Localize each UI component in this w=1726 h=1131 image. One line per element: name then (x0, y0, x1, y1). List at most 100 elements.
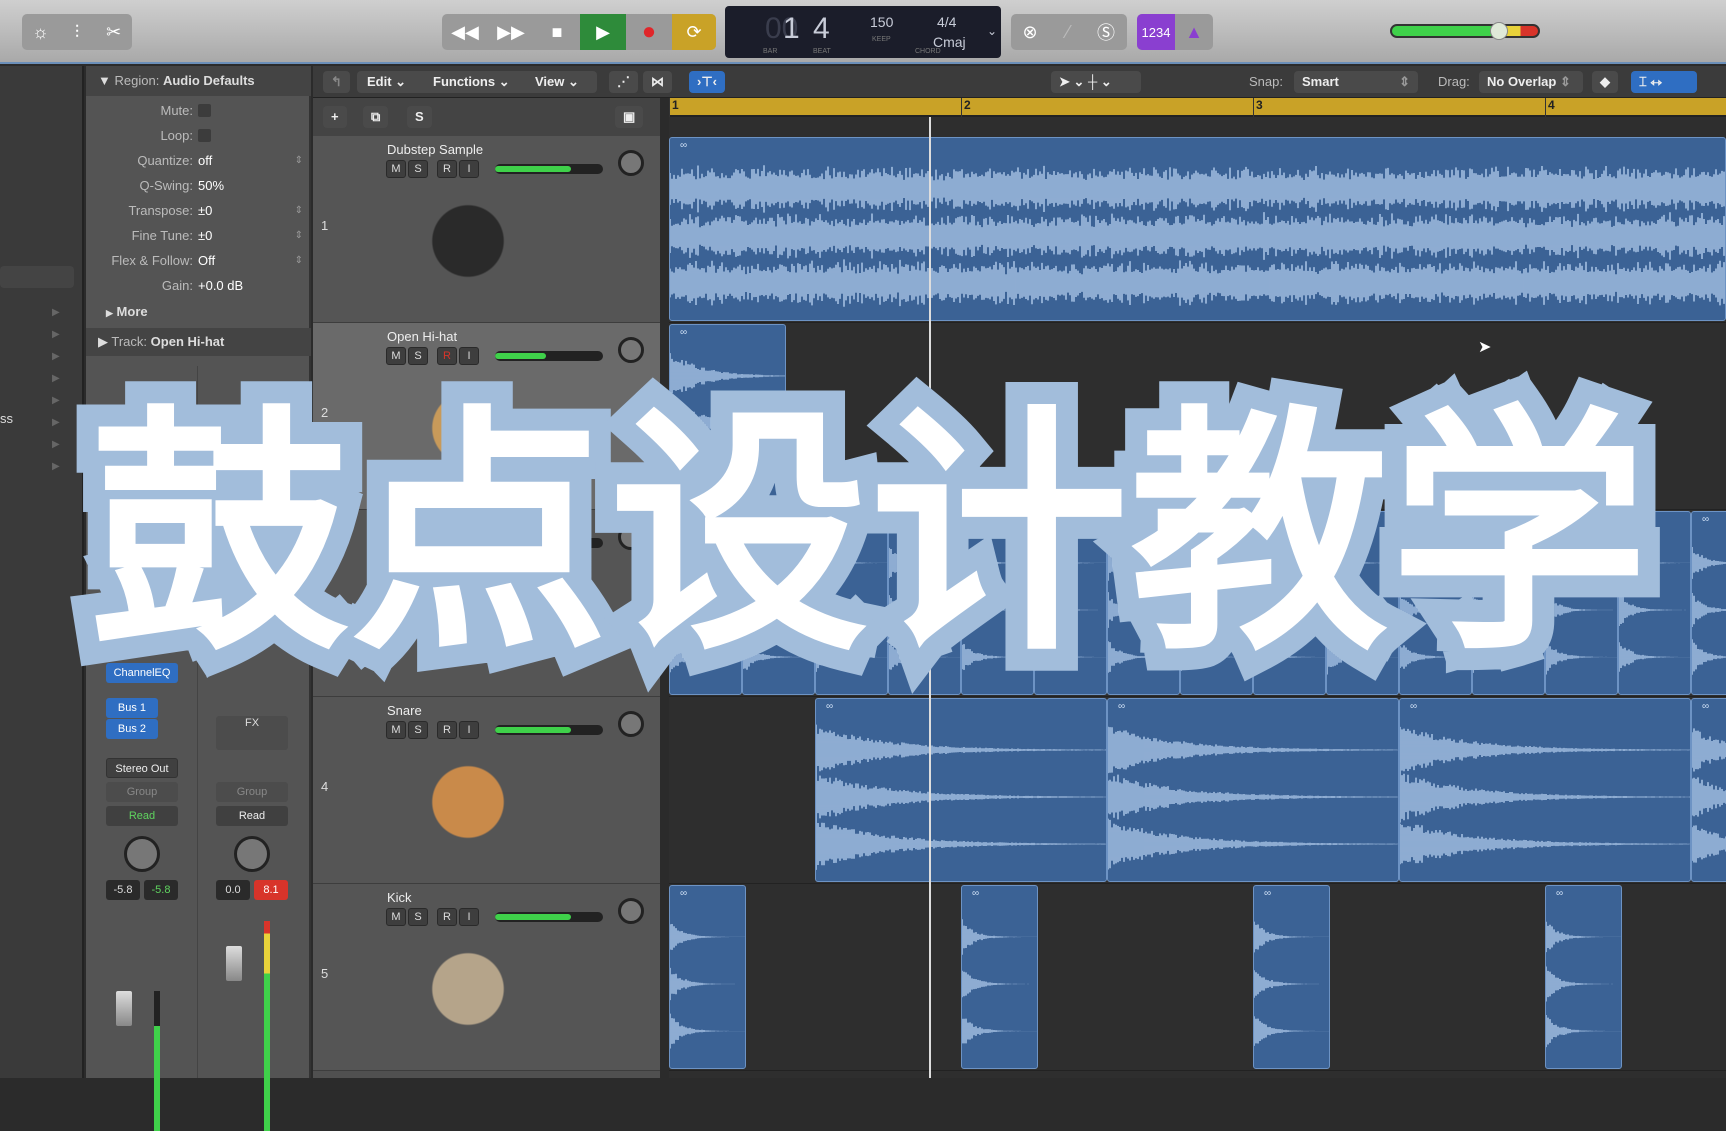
input-monitor-button[interactable]: I (459, 160, 479, 178)
track-volume-slider[interactable] (495, 912, 603, 922)
audio-region[interactable]: ∞ (1107, 698, 1399, 882)
gain-value[interactable]: +0.0 dB (198, 273, 243, 298)
input-monitor-button[interactable]: I (459, 908, 479, 926)
audio-region[interactable]: ∞ (1399, 698, 1691, 882)
view-menu-label[interactable]: View (535, 74, 564, 89)
fast-forward-button[interactable]: ▶▶ (488, 14, 534, 50)
transpose-row[interactable]: Transpose: ±0 ⇕ (86, 198, 311, 223)
audio-region[interactable]: ∞ (961, 885, 1038, 1069)
lcd-display[interactable]: 00 1 4 BAR BEAT 150 KEEP 4/4 Cmaj CHORD … (725, 6, 1001, 58)
record-enable-button[interactable]: R (437, 160, 457, 178)
waveform-zoom-icon[interactable]: ◆ (1592, 71, 1618, 93)
volume-fader-2[interactable] (226, 946, 242, 981)
catch-playhead-icon[interactable]: ›⊤‹ (689, 71, 725, 93)
stepper-icon[interactable]: ⇕ (295, 223, 303, 248)
loop-checkbox[interactable] (198, 129, 211, 142)
pan-knob[interactable] (618, 150, 644, 176)
mute-button[interactable]: M (386, 160, 406, 178)
play-button[interactable]: ▶ (580, 14, 626, 50)
master-volume-thumb[interactable] (1490, 22, 1508, 40)
input-monitor-button[interactable]: I (459, 347, 479, 365)
group-slot-2[interactable]: Group (216, 782, 288, 802)
track-lane[interactable]: ∞ ∞ ∞ ∞ (669, 697, 1726, 884)
more-disclosure[interactable]: ▶ More (86, 299, 311, 324)
audio-region[interactable]: ∞ (1253, 885, 1330, 1069)
qswing-value[interactable]: 50% (198, 173, 224, 198)
flex-value[interactable]: Off (198, 248, 215, 273)
mute-button[interactable]: M (386, 908, 406, 926)
record-enable-button[interactable]: R (437, 721, 457, 739)
snap-value[interactable]: Smart (1302, 74, 1339, 89)
replace-icon[interactable]: ⊗ (1011, 14, 1049, 50)
pan-knob[interactable] (618, 898, 644, 924)
pan-knob[interactable] (618, 337, 644, 363)
track-name[interactable]: Snare (387, 703, 422, 718)
zoom-buttons[interactable]: ⌶ ⇿ (1631, 71, 1697, 93)
master-volume-slider[interactable] (1390, 24, 1540, 38)
solo-button[interactable]: S (408, 347, 428, 365)
track-lane[interactable]: ∞ ∞ ∞ ∞ (669, 884, 1726, 1071)
edit-menu-label[interactable]: Edit (367, 74, 392, 89)
ruler[interactable]: 1 2 3 4 (669, 98, 1726, 117)
solo-mode-button[interactable]: S (407, 106, 432, 128)
mute-checkbox[interactable] (198, 104, 211, 117)
mute-button[interactable]: M (386, 721, 406, 739)
fx-slot[interactable]: FX (216, 716, 288, 750)
output-slot[interactable]: Stereo Out (106, 758, 178, 778)
stepper-icon[interactable]: ⇕ (295, 248, 303, 273)
tuner-icon[interactable]: ⁄ (1049, 14, 1087, 50)
solo-button[interactable]: S (408, 908, 428, 926)
audio-region[interactable]: ∞ (1691, 511, 1726, 695)
record-button[interactable]: ● (626, 14, 672, 50)
finetune-row[interactable]: Fine Tune: ±0 ⇕ (86, 223, 311, 248)
automation-mode-2[interactable]: Read (216, 806, 288, 826)
rewind-button[interactable]: ◀◀ (442, 14, 488, 50)
stepper-icon[interactable]: ⇕ (295, 198, 303, 223)
add-track-button[interactable]: + (323, 106, 347, 128)
mixer-sliders-icon[interactable]: ⫶ (59, 14, 96, 50)
quantize-value[interactable]: off (198, 148, 212, 173)
gain-row[interactable]: Gain: +0.0 dB (86, 273, 311, 298)
functions-menu[interactable]: Functions ⌄ (425, 71, 518, 93)
track-header[interactable]: 5 Kick MS RI (313, 884, 660, 1071)
cycle-button[interactable]: ⟳ (672, 14, 716, 50)
record-enable-button[interactable]: R (437, 908, 457, 926)
sidebar-item-partial[interactable]: ss (0, 411, 13, 426)
track-header[interactable]: ▶ Track: Open Hi-hat (86, 328, 311, 356)
functions-menu-label[interactable]: Functions (433, 74, 495, 89)
track-name[interactable]: Dubstep Sample (387, 142, 483, 157)
global-tracks-button[interactable]: ▣ (615, 106, 643, 128)
drag-value[interactable]: No Overlap (1487, 74, 1556, 89)
flex-icon[interactable]: ⋈ (643, 71, 672, 93)
solo-button[interactable]: S (408, 721, 428, 739)
track-lane[interactable]: ∞ (669, 136, 1726, 323)
drag-select[interactable]: No Overlap ⇕ (1479, 71, 1583, 93)
pointer-tool-menu[interactable]: ➤ ⌄ ┼ ⌄ (1051, 71, 1141, 93)
track-header[interactable]: 4 Snare MS RI (313, 697, 660, 884)
stop-button[interactable]: ■ (534, 14, 580, 50)
bus1-send[interactable]: Bus 1 (106, 698, 158, 718)
track-name[interactable]: Open Hi-hat (387, 329, 457, 344)
track-volume-slider[interactable] (495, 164, 603, 174)
track-volume-slider[interactable] (495, 725, 603, 735)
automation-icon[interactable]: ⋰ (609, 71, 638, 93)
disclosure-arrows[interactable]: ▶ ▶ ▶ ▶ ▶ ▶ ▶ ▶ (52, 302, 60, 478)
flex-row[interactable]: Flex & Follow: Off ⇕ (86, 248, 311, 273)
chevron-down-icon[interactable]: ⌄ (987, 24, 997, 38)
search-field[interactable] (0, 266, 74, 288)
edit-menu[interactable]: Edit ⌄ (359, 71, 414, 93)
quantize-row[interactable]: Quantize: off ⇕ (86, 148, 311, 173)
metronome-icon[interactable]: ▲ (1175, 14, 1213, 50)
finetune-value[interactable]: ±0 (198, 223, 212, 248)
track-name[interactable]: Kick (387, 890, 412, 905)
pan-knob[interactable] (618, 711, 644, 737)
input-monitor-button[interactable]: I (459, 721, 479, 739)
audio-region[interactable]: ∞ (669, 137, 1726, 321)
audio-region[interactable]: ∞ (1545, 885, 1622, 1069)
audio-region[interactable]: ∞ (669, 885, 746, 1069)
view-menu[interactable]: View ⌄ (527, 71, 587, 93)
record-enable-button[interactable]: R (437, 347, 457, 365)
brightness-icon[interactable]: ☼ (22, 14, 59, 50)
automation-mode[interactable]: Read (106, 806, 178, 826)
duplicate-track-button[interactable]: ⧉ (363, 106, 388, 128)
